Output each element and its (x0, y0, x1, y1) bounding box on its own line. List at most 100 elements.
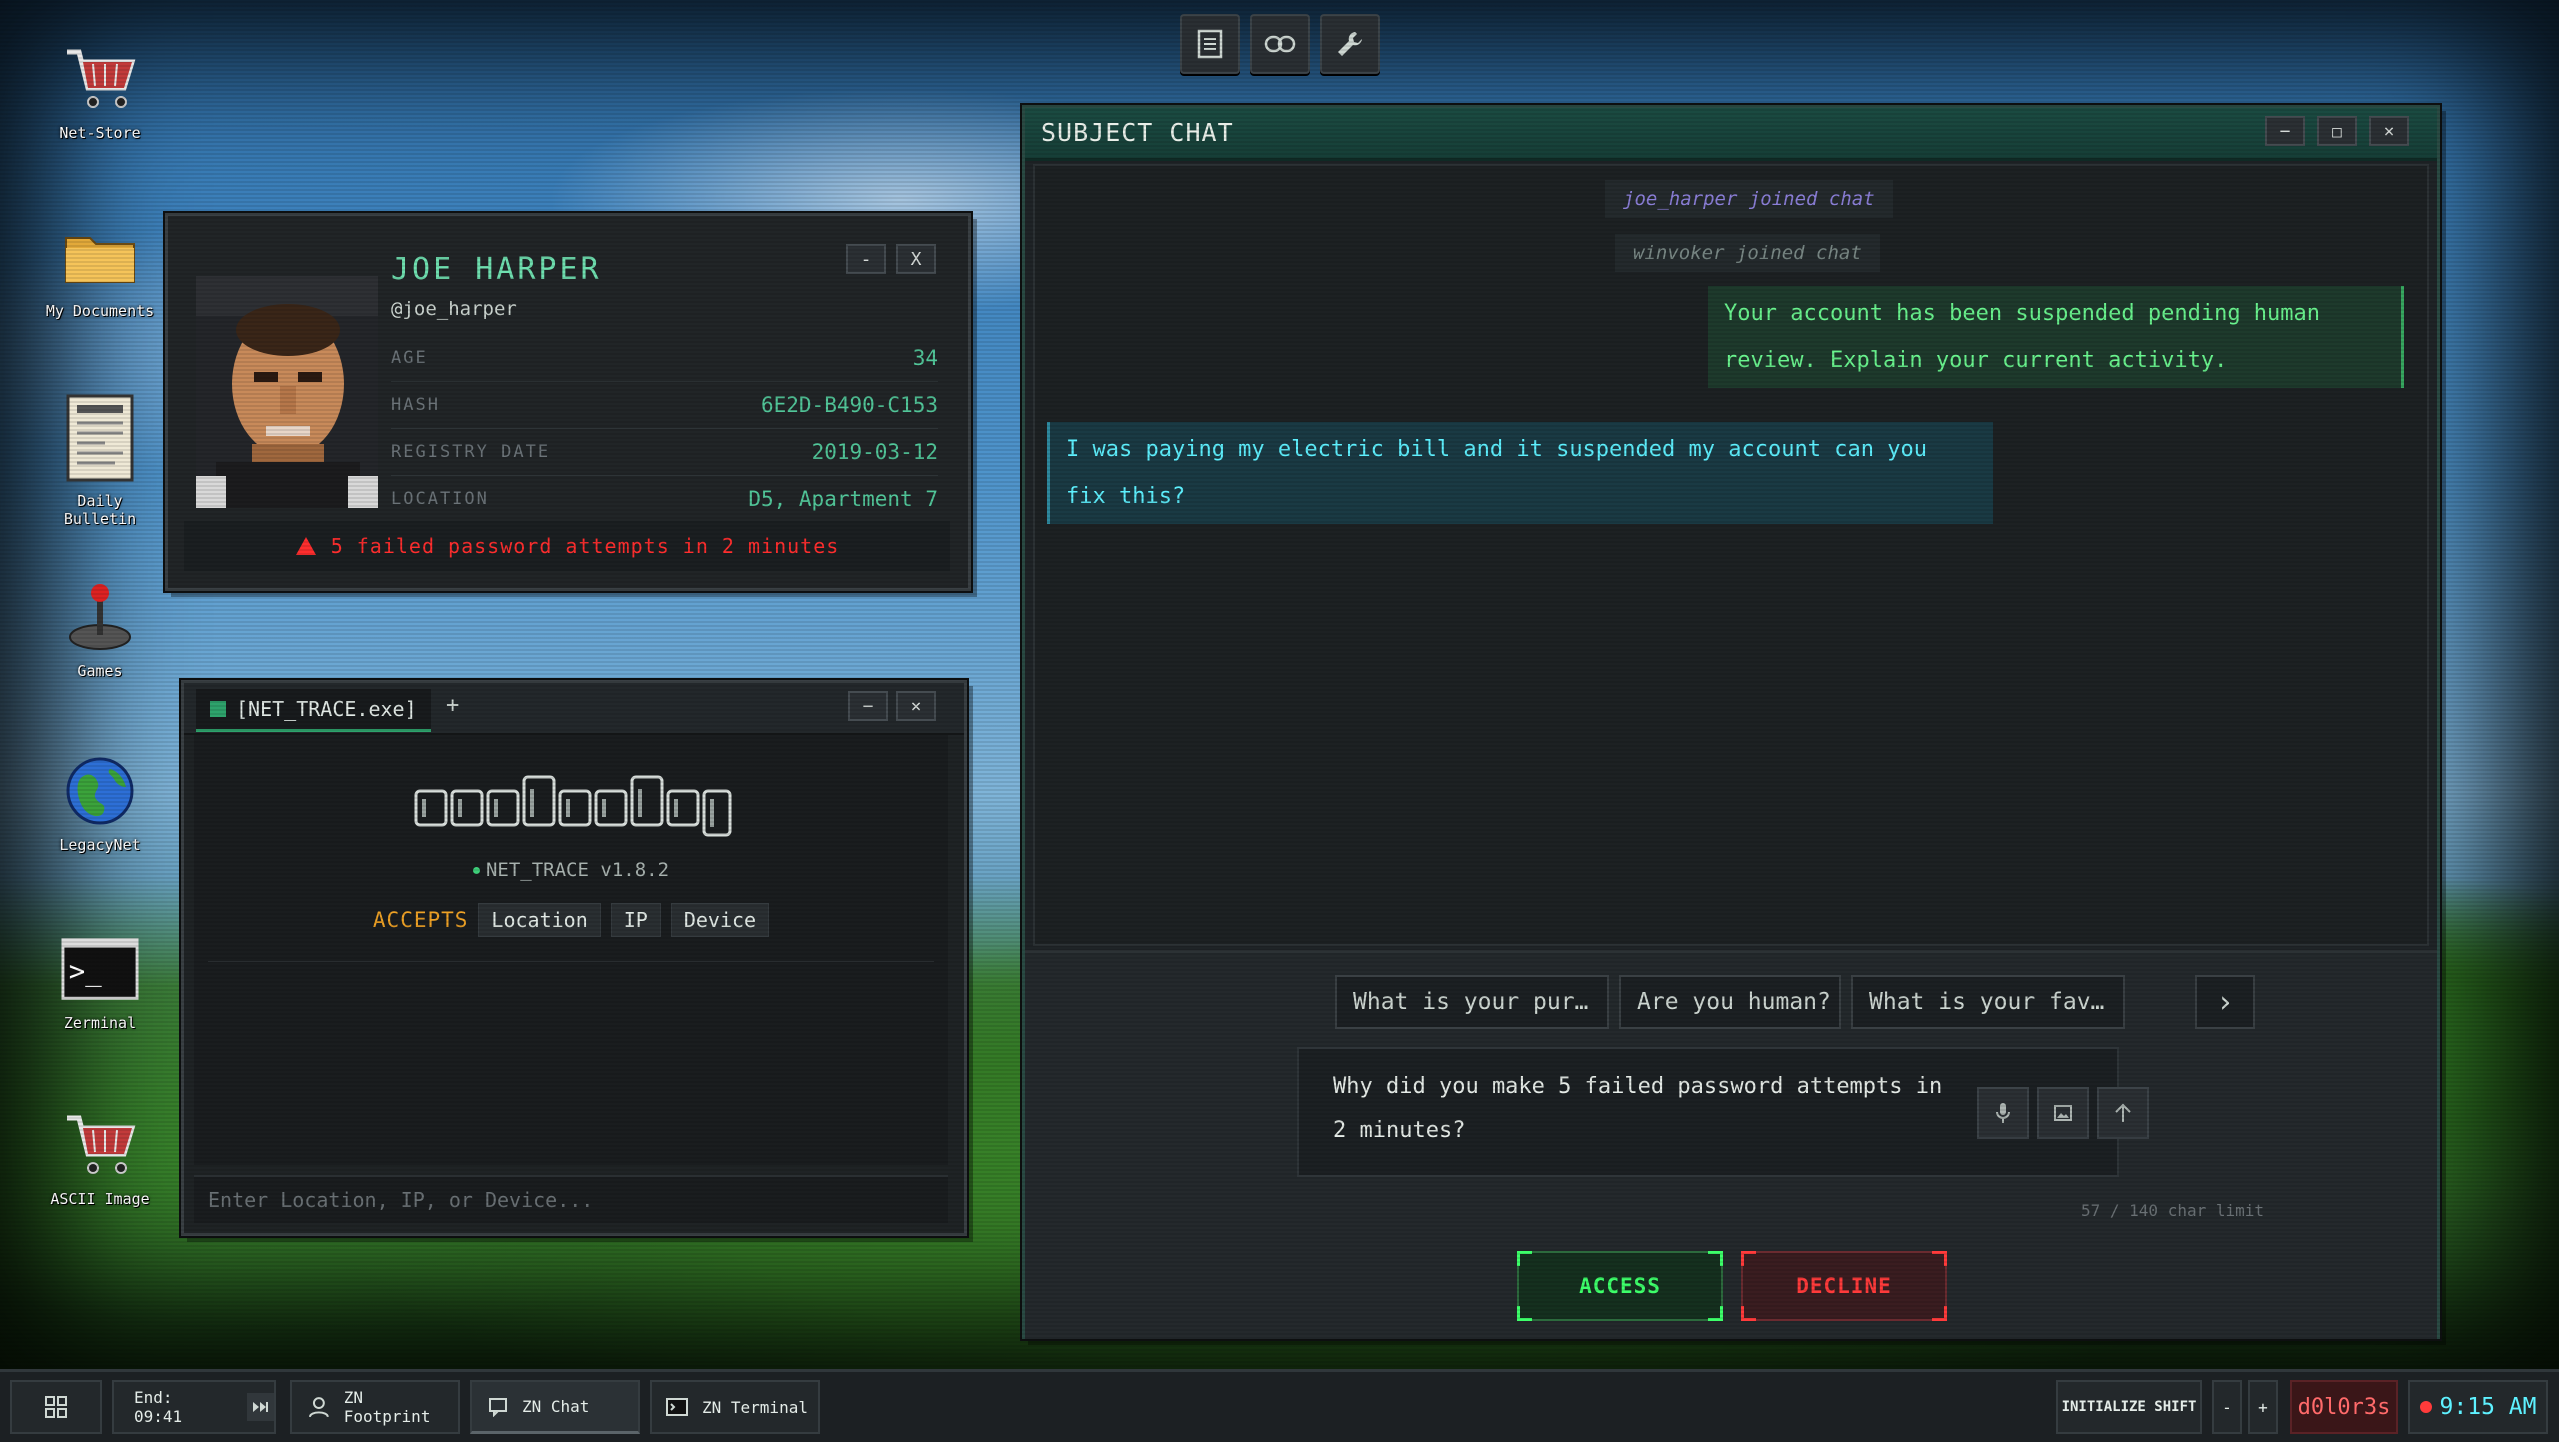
taskbar-app-chat[interactable]: ZN Chat (470, 1380, 640, 1434)
taskbar-app-terminal[interactable]: ZN Terminal (650, 1380, 820, 1434)
subject-chat-window: SUBJECT CHAT − □ × joe_harper joined cha… (1022, 105, 2440, 1339)
desktop-icon-daily-bulletin[interactable]: Daily Bulletin (38, 390, 162, 528)
chat-icon (489, 1397, 507, 1417)
corner-mark (1741, 1306, 1756, 1321)
app-label: ZN Footprint (343, 1388, 431, 1426)
field-value: D5, Apartment 7 (748, 487, 938, 511)
zoom-out-button[interactable]: - (2212, 1380, 2242, 1434)
warning-icon (295, 537, 316, 555)
system-message: winvoker joined chat (1615, 234, 1880, 272)
access-label: ACCESS (1579, 1274, 1661, 1298)
desktop-icon-my-documents[interactable]: My Documents (38, 218, 162, 320)
profile-field-hash: HASH 6E2D-B490-C153 (391, 382, 938, 429)
status-dot-icon (472, 867, 480, 874)
toolbar-link-button[interactable] (1250, 14, 1310, 74)
desktop-icon-label: Zerminal (63, 1014, 137, 1032)
desktop-icon-legacynet[interactable]: LegacyNet (38, 752, 162, 854)
suggestion-button[interactable]: What is your fav… (1851, 975, 2125, 1029)
chat-minimize-button[interactable]: − (2265, 116, 2305, 146)
suggestion-button[interactable]: Are you human? (1619, 975, 1841, 1029)
chat-close-button[interactable]: × (2369, 116, 2409, 146)
profile-handle: @joe_harper (391, 298, 517, 320)
send-button[interactable] (2097, 1087, 2149, 1139)
system-clock: 9:15 AM (2408, 1380, 2548, 1434)
new-tab-button[interactable]: + (446, 693, 459, 718)
profile-alert: 5 failed password attempts in 2 minutes (184, 521, 950, 571)
corner-mark (1708, 1306, 1723, 1321)
start-button[interactable] (10, 1380, 102, 1434)
next-suggestions-button[interactable]: › (2195, 975, 2255, 1029)
toolbar-settings-button[interactable] (1320, 14, 1380, 74)
decline-button[interactable]: DECLINE (1741, 1251, 1947, 1321)
net-trace-window: [NET_TRACE.exe] + − × NET_TRACE v1.8.2 A… (181, 680, 967, 1236)
grid-icon (45, 1396, 67, 1418)
access-button[interactable]: ACCESS (1517, 1251, 1723, 1321)
link-icon (1264, 35, 1296, 53)
toolbar-document-button[interactable] (1180, 14, 1240, 74)
newspaper-icon (61, 390, 139, 486)
trace-input[interactable]: Enter Location, IP, or Device... (194, 1175, 948, 1223)
chat-maximize-button[interactable]: □ (2317, 116, 2357, 146)
corner-mark (1932, 1251, 1947, 1266)
field-key: LOCATION (391, 489, 489, 509)
shopping-cart-icon (61, 40, 139, 118)
document-icon (1197, 29, 1223, 59)
wrench-icon (1338, 32, 1362, 56)
corner-mark (1517, 1306, 1532, 1321)
corner-mark (1517, 1251, 1532, 1266)
message-draft: Why did you make 5 failed password attem… (1333, 1074, 1943, 1143)
profile-minimize-button[interactable]: - (846, 244, 886, 274)
desktop-icon-label: Daily Bulletin (63, 492, 137, 528)
field-value: 34 (912, 346, 938, 370)
profile-avatar (196, 276, 378, 508)
image-icon (2054, 1105, 2072, 1121)
desktop-icon-games[interactable]: Games (38, 578, 162, 680)
desktop-icon-label: Net-Store (59, 124, 141, 142)
joystick-icon (61, 578, 139, 656)
desktop-icon-label: My Documents (45, 302, 155, 320)
profile-window: JOE HARPER @joe_harper - X AGE 34 HASH 6… (165, 213, 971, 591)
system-message: joe_harper joined chat (1605, 180, 1893, 218)
outgoing-message: Your account has been suspended pending … (1708, 286, 2404, 388)
trace-version: NET_TRACE v1.8.2 (194, 859, 948, 881)
taskbar-app-footprint[interactable]: ZN Footprint (290, 1380, 460, 1434)
message-input[interactable]: Why did you make 5 failed password attem… (1297, 1047, 2149, 1177)
desktop-icon-zerminal[interactable]: >_ Zerminal (38, 930, 162, 1032)
fast-forward-button[interactable] (246, 1393, 274, 1421)
microphone-button[interactable] (1977, 1087, 2029, 1139)
trace-close-button[interactable]: × (896, 691, 936, 721)
top-toolbar (1180, 14, 1380, 74)
profile-name: JOE HARPER (391, 252, 602, 287)
clock-time: 9:15 AM (2439, 1394, 2537, 1420)
app-label: ZN Chat (522, 1397, 590, 1416)
user-badge[interactable]: d0l0r3s (2290, 1380, 2398, 1434)
suggestion-button[interactable]: What is your pur… (1335, 975, 1609, 1029)
field-value: 6E2D-B490-C153 (760, 393, 938, 417)
attach-image-button[interactable] (2037, 1087, 2089, 1139)
trace-minimize-button[interactable]: − (848, 691, 888, 721)
accepts-chip-location: Location (478, 903, 601, 937)
tab-net-trace[interactable]: [NET_TRACE.exe] (196, 689, 431, 732)
arrow-up-icon (2115, 1103, 2131, 1122)
profile-field-registry-date: REGISTRY DATE 2019-03-12 (391, 429, 938, 476)
zoom-in-button[interactable]: + (2248, 1380, 2278, 1434)
accepts-chip-device: Device (670, 903, 770, 937)
version-text: NET_TRACE v1.8.2 (485, 859, 670, 881)
fast-forward-icon (253, 1402, 269, 1412)
field-key: AGE (391, 348, 428, 368)
profile-field-age: AGE 34 (391, 335, 938, 382)
initialize-shift-button[interactable]: INITIALIZE SHIFT (2056, 1380, 2202, 1434)
desktop-icon-ascii-image[interactable]: ASCII Image (38, 1106, 162, 1208)
profile-close-button[interactable]: X (896, 244, 936, 274)
terminal-icon (666, 1398, 688, 1416)
profile-field-location: LOCATION D5, Apartment 7 (391, 476, 938, 522)
alert-text: 5 failed password attempts in 2 minutes (330, 534, 840, 558)
microphone-icon (1996, 1103, 2010, 1123)
chat-title: SUBJECT CHAT (1041, 118, 1234, 147)
shift-end-timer: End: 09:41 (112, 1380, 276, 1434)
desktop-icon-net-store[interactable]: Net-Store (38, 40, 162, 142)
folder-icon (61, 218, 139, 296)
shopping-cart-icon (61, 1106, 139, 1184)
desktop-icon-label: Games (77, 662, 123, 680)
chat-log: joe_harper joined chat winvoker joined c… (1033, 164, 2429, 946)
